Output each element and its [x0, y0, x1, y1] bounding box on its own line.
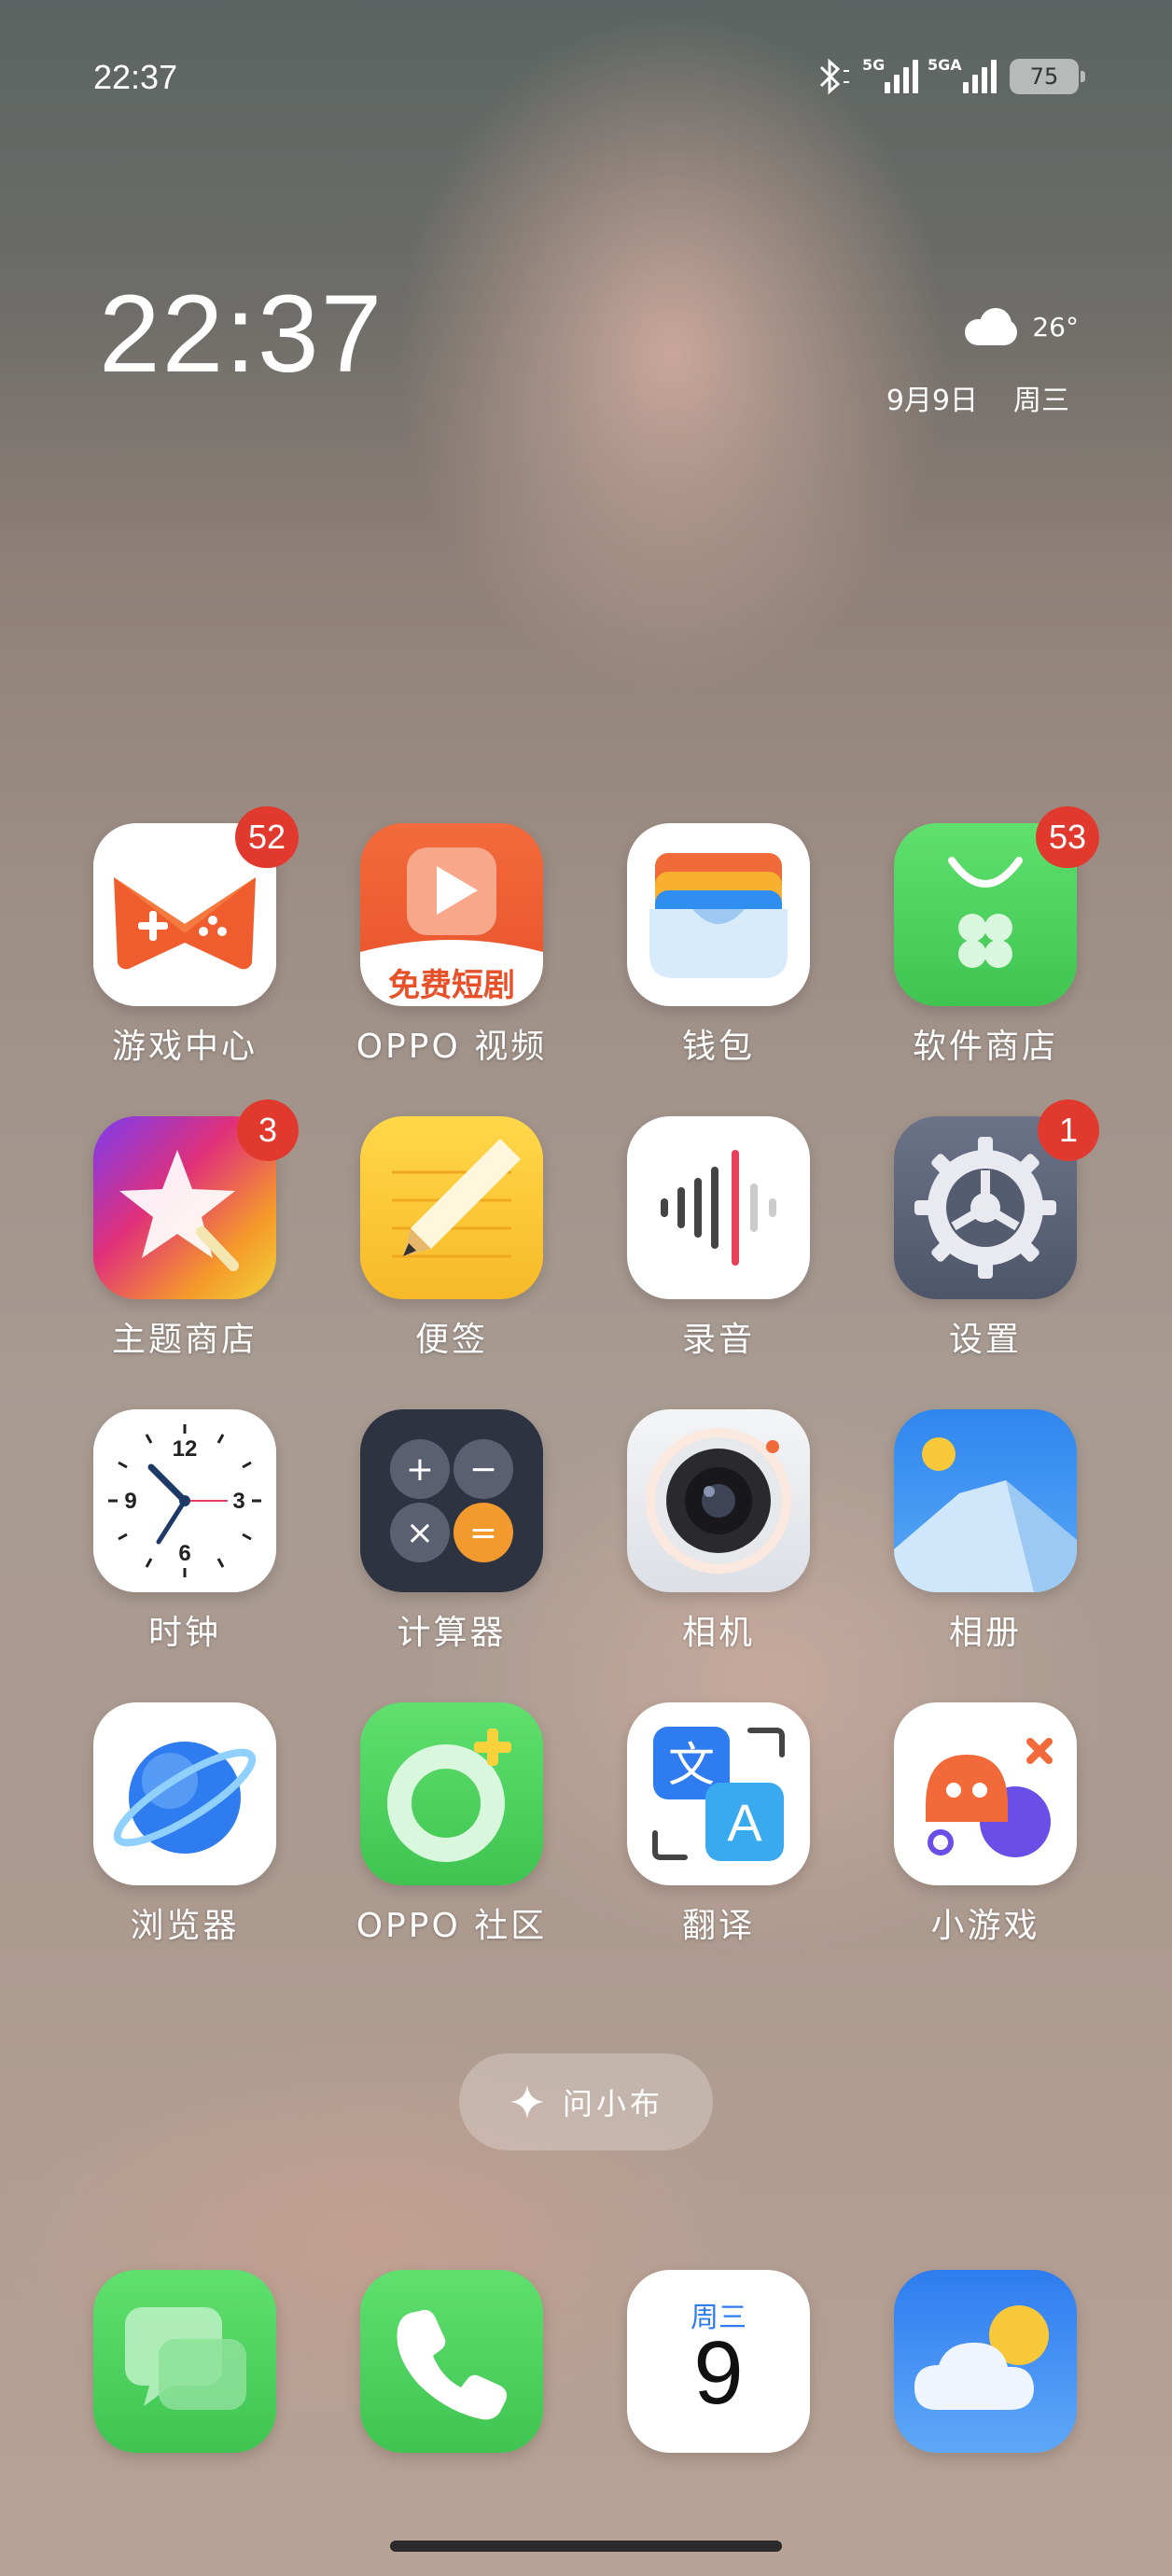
- dock-messages[interactable]: [93, 2270, 276, 2453]
- app-oppo-video[interactable]: 免费短剧 OPPO 视频: [356, 823, 544, 1068]
- translate-icon: 文 A: [652, 1727, 785, 1861]
- status-bar: 22:37 5G 5GA 75: [93, 54, 1085, 99]
- app-label: 主题商店: [111, 1321, 258, 1359]
- app-label: 游戏中心: [111, 1028, 258, 1066]
- weather-widget[interactable]: 26°: [961, 306, 1079, 347]
- app-label: 钱包: [681, 1028, 755, 1066]
- audio-wave-icon: [661, 1150, 776, 1266]
- bluetooth-icon: [819, 58, 849, 95]
- cloudy-moon-icon: [961, 306, 1025, 347]
- app-oppo-community[interactable]: OPPO 社区: [356, 1702, 544, 1947]
- app-label: 翻译: [681, 1907, 755, 1945]
- wallet-icon: [649, 853, 788, 978]
- sparkle-icon: [509, 2085, 544, 2119]
- signal-icon-sim1: 5G: [862, 56, 918, 93]
- messages-icon: [125, 2307, 246, 2410]
- svg-text:A: A: [727, 1793, 762, 1852]
- app-theme-store[interactable]: 3 主题商店: [93, 1099, 299, 1361]
- free-drama-label: 免费短剧: [388, 967, 515, 1004]
- app-label: 便签: [414, 1321, 488, 1359]
- svg-text:+: +: [406, 1450, 434, 1489]
- notification-badge: 52: [234, 806, 299, 868]
- app-camera[interactable]: 相机: [627, 1409, 810, 1654]
- app-label: 浏览器: [130, 1907, 240, 1945]
- svg-text:−: −: [469, 1450, 497, 1489]
- weather-temperature: 26°: [1032, 311, 1079, 343]
- svg-text:文: 文: [668, 1738, 715, 1792]
- weekday-text: 周三: [1013, 385, 1069, 417]
- calendar-day: 9: [693, 2323, 744, 2423]
- app-label: 小游戏: [930, 1907, 1040, 1945]
- clock-widget-time[interactable]: 22:37: [99, 271, 384, 398]
- dock-phone[interactable]: [360, 2270, 543, 2453]
- svg-text:12: 12: [173, 1436, 198, 1462]
- camera-lens-icon: [646, 1428, 791, 1574]
- app-recorder[interactable]: 录音: [627, 1116, 810, 1361]
- dock-weather[interactable]: [894, 2270, 1077, 2453]
- status-time: 22:37: [93, 58, 178, 96]
- app-photos[interactable]: 相册: [894, 1409, 1077, 1654]
- phone-icon: [397, 2309, 508, 2420]
- app-translate[interactable]: 文 A 翻译: [627, 1702, 810, 1947]
- signal-icon-sim2: 5GA: [928, 56, 997, 93]
- notification-badge: 53: [1035, 806, 1099, 868]
- calculator-icon: + − × =: [390, 1439, 513, 1562]
- app-software-store[interactable]: 53 软件商店: [894, 806, 1099, 1068]
- battery-indicator: 75: [1010, 59, 1085, 94]
- notification-badge: 3: [237, 1099, 299, 1161]
- app-settings[interactable]: 1 设置: [894, 1099, 1099, 1361]
- date-widget[interactable]: 9月9日 周三: [886, 377, 1069, 418]
- app-wallet[interactable]: 钱包: [627, 823, 810, 1068]
- mini-game-ghost-icon: [926, 1738, 1053, 1857]
- app-label: OPPO 视频: [356, 1028, 548, 1066]
- app-notes[interactable]: 便签: [360, 1116, 543, 1361]
- app-clock[interactable]: 12 3 6 9 时钟: [93, 1409, 276, 1654]
- app-label: 时钟: [147, 1614, 221, 1652]
- svg-text:3: 3: [232, 1489, 244, 1514]
- clock-face-icon: 12 3 6 9: [108, 1424, 261, 1577]
- svg-text:6: 6: [178, 1541, 190, 1566]
- app-label: 录音: [681, 1321, 755, 1359]
- app-browser[interactable]: 浏览器: [93, 1702, 276, 1947]
- app-mini-games[interactable]: 小游戏: [894, 1702, 1077, 1947]
- app-label: OPPO 社区: [356, 1907, 548, 1945]
- photo-mountain-icon: [894, 1437, 1077, 1592]
- svg-text:×: ×: [406, 1514, 434, 1552]
- notification-badge: 1: [1038, 1099, 1099, 1161]
- planet-browser-icon: [113, 1742, 257, 1854]
- ask-xiaobu-label: 问小布: [562, 2086, 663, 2121]
- date-text: 9月9日: [886, 385, 978, 417]
- app-game-center[interactable]: 52 游戏中心: [93, 806, 299, 1068]
- dock-calendar[interactable]: 周三 9: [627, 2270, 810, 2453]
- home-indicator-bar[interactable]: [390, 2541, 782, 2552]
- app-label: 相册: [948, 1614, 1022, 1652]
- app-label: 软件商店: [912, 1028, 1058, 1066]
- weather-icon: [914, 2305, 1049, 2410]
- app-label: 计算器: [397, 1614, 507, 1652]
- app-calculator[interactable]: + − × = 计算器: [360, 1409, 543, 1654]
- app-label: 设置: [948, 1321, 1022, 1359]
- calendar-icon: 周三 9: [627, 2270, 810, 2453]
- app-label: 相机: [681, 1614, 755, 1652]
- ask-xiaobu-button[interactable]: 问小布: [459, 2053, 713, 2150]
- svg-text:=: =: [469, 1514, 497, 1552]
- community-ring-icon: [387, 1729, 511, 1862]
- note-pencil-icon: [392, 1139, 521, 1258]
- svg-text:9: 9: [124, 1489, 136, 1514]
- status-icons: 5G 5GA 75: [812, 56, 1085, 95]
